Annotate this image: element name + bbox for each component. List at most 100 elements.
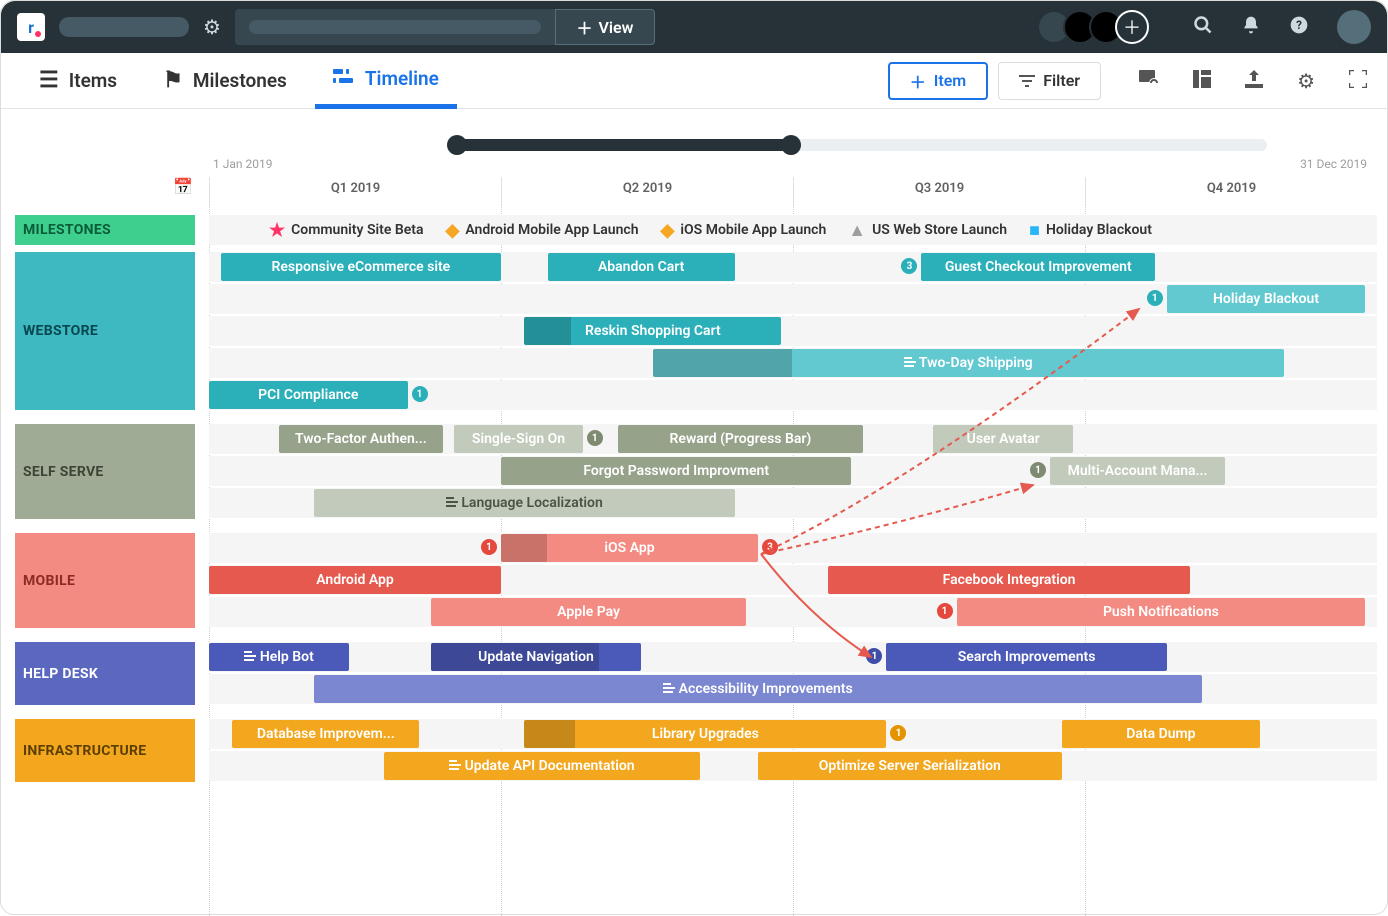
gear-icon[interactable]: ⚙: [203, 15, 221, 39]
layout-icon[interactable]: [1193, 69, 1211, 93]
user-avatar[interactable]: [1337, 10, 1371, 44]
range-handle-start[interactable]: [447, 135, 467, 155]
search-container: ＋ View: [235, 9, 655, 45]
range-start-label: 1 Jan 2019: [213, 157, 272, 171]
search-input[interactable]: [249, 20, 541, 34]
milestone-icon: ■: [1029, 220, 1040, 241]
timeline-bar[interactable]: Push Notifications: [957, 598, 1366, 626]
timeline-bar[interactable]: Reskin Shopping Cart: [524, 317, 781, 345]
timeline-bar[interactable]: User Avatar: [933, 425, 1073, 453]
dependency-badge[interactable]: 1: [937, 603, 953, 619]
timeline-bar[interactable]: Abandon Cart: [548, 253, 735, 281]
timeline-bar[interactable]: Update API Documentation: [384, 752, 699, 780]
export-icon[interactable]: [1245, 69, 1263, 93]
dependency-badge[interactable]: 1: [866, 648, 882, 664]
swimlane-label[interactable]: WEBSTORE: [15, 252, 195, 410]
milestone-label: Android Mobile App Launch: [465, 222, 638, 238]
milestone-icon: ◆: [661, 220, 675, 241]
feed-icon: [904, 357, 916, 367]
timeline-bar[interactable]: Two-Factor Authen...: [279, 425, 443, 453]
swimlane-label[interactable]: SELF SERVE: [15, 424, 195, 519]
filter-button[interactable]: Filter: [998, 62, 1101, 100]
timeline-bar[interactable]: Search Improvements: [886, 643, 1166, 671]
timeline-bar[interactable]: Forgot Password Improvment: [501, 457, 851, 485]
timeline-bar[interactable]: Single-Sign On: [454, 425, 582, 453]
milestone-item[interactable]: ◆ iOS Mobile App Launch: [661, 220, 827, 241]
add-item-button[interactable]: ＋ Item: [888, 62, 989, 100]
timeline-bar[interactable]: Library Upgrades: [524, 720, 886, 748]
dependency-badge[interactable]: 3: [901, 258, 917, 274]
timeline-bar[interactable]: Help Bot: [209, 643, 349, 671]
timeline-row: Android App Facebook Integration: [209, 565, 1377, 595]
timeline-bar[interactable]: Holiday Blackout: [1167, 285, 1366, 313]
milestones-row: ★Community Site Beta◆Android Mobile App …: [209, 215, 1377, 245]
milestones-label: MILESTONES: [15, 215, 195, 245]
range-end-label: 31 Dec 2019: [1300, 157, 1367, 171]
timeline-bar[interactable]: Optimize Server Serialization: [758, 752, 1062, 780]
link-icon[interactable]: [1139, 69, 1159, 93]
bell-icon[interactable]: [1241, 15, 1261, 40]
timeline-bar[interactable]: Apple Pay: [431, 598, 746, 626]
dependency-badge[interactable]: 1: [1030, 462, 1046, 478]
tab-items[interactable]: ☰Items: [21, 53, 135, 109]
timeline-bar[interactable]: Responsive eCommerce site: [221, 253, 501, 281]
fullscreen-icon[interactable]: [1349, 69, 1367, 93]
dependency-badge[interactable]: 3: [762, 539, 778, 555]
timeline-bar[interactable]: Android App: [209, 566, 501, 594]
timeline-row: Forgot Password Improvment Multi-Account …: [209, 456, 1377, 486]
timeline-bar[interactable]: Two-Day Shipping: [653, 349, 1284, 377]
collaborator-avatars: ＋: [1045, 10, 1149, 44]
dependency-badge[interactable]: 1: [412, 386, 428, 402]
dependency-badge[interactable]: 1: [1147, 290, 1163, 306]
timeline-bar[interactable]: Multi-Account Mana...: [1050, 457, 1225, 485]
timeline-bar[interactable]: Language Localization: [314, 489, 734, 517]
tab-milestones[interactable]: ⚑Milestones: [145, 53, 305, 109]
timeline-bar[interactable]: Update Navigation: [431, 643, 641, 671]
feed-icon: [244, 651, 256, 661]
search-icon[interactable]: [1193, 15, 1213, 40]
milestone-item[interactable]: ◆Android Mobile App Launch: [445, 220, 638, 241]
milestone-item[interactable]: ▲ US Web Store Launch: [848, 220, 1007, 241]
feed-icon: [449, 760, 461, 770]
quarter-label: Q2 2019: [501, 177, 793, 205]
timeline-bar[interactable]: Accessibility Improvements: [314, 675, 1202, 703]
timeline-bar[interactable]: Facebook Integration: [828, 566, 1190, 594]
settings-icon[interactable]: ⚙: [1297, 69, 1315, 93]
milestone-item[interactable]: ■ Holiday Blackout: [1029, 220, 1152, 241]
app-logo[interactable]: r: [17, 13, 45, 41]
timeline-row: Accessibility Improvements: [209, 674, 1377, 704]
timeline-row: Two-Factor Authen... Single-Sign On 1 Rewar…: [209, 424, 1377, 454]
view-button[interactable]: ＋ View: [555, 9, 655, 45]
dependency-badge[interactable]: 1: [587, 430, 603, 446]
swimlane-label[interactable]: MOBILE: [15, 533, 195, 628]
tab-timeline[interactable]: Timeline: [315, 53, 457, 109]
milestone-icon: ★: [269, 220, 285, 241]
milestone-icon: ▲: [848, 220, 866, 241]
milestone-label: iOS Mobile App Launch: [680, 222, 826, 238]
dependency-badge[interactable]: 1: [481, 539, 497, 555]
timeline-bar[interactable]: Database Improvem...: [232, 720, 419, 748]
swimlane-label[interactable]: INFRASTRUCTURE: [15, 719, 195, 782]
timeline-row: Two-Day Shipping: [209, 348, 1377, 378]
add-collaborator-button[interactable]: ＋: [1115, 10, 1149, 44]
workspace-name[interactable]: [59, 17, 189, 37]
dependency-badge[interactable]: 1: [890, 725, 906, 741]
timeline-row: PCI Compliance1: [209, 380, 1377, 410]
quarter-header: Q1 2019 Q2 2019 Q3 2019 Q4 2019: [209, 177, 1377, 205]
calendar-settings-icon[interactable]: 📅: [173, 177, 193, 196]
timeline-bar[interactable]: Data Dump: [1062, 720, 1261, 748]
date-range-slider[interactable]: [451, 139, 1267, 151]
timeline-bar[interactable]: iOS App: [501, 534, 758, 562]
help-icon[interactable]: ?: [1289, 15, 1309, 40]
timeline-bar[interactable]: PCI Compliance: [209, 381, 408, 409]
quarter-label: Q4 2019: [1085, 177, 1377, 205]
top-bar: r ⚙ ＋ View ＋ ?: [1, 1, 1387, 53]
timeline-bar[interactable]: Guest Checkout Improvement: [921, 253, 1155, 281]
swimlane-label[interactable]: HELP DESK: [15, 642, 195, 705]
view-tabs-bar: ☰Items ⚑Milestones Timeline ＋ Item Filte…: [1, 53, 1387, 109]
timeline-bar[interactable]: Reward (Progress Bar): [618, 425, 863, 453]
milestone-item[interactable]: ★Community Site Beta: [269, 220, 423, 241]
milestone-label: Holiday Blackout: [1046, 222, 1152, 238]
milestone-label: US Web Store Launch: [872, 222, 1007, 238]
range-handle-end[interactable]: [781, 135, 801, 155]
